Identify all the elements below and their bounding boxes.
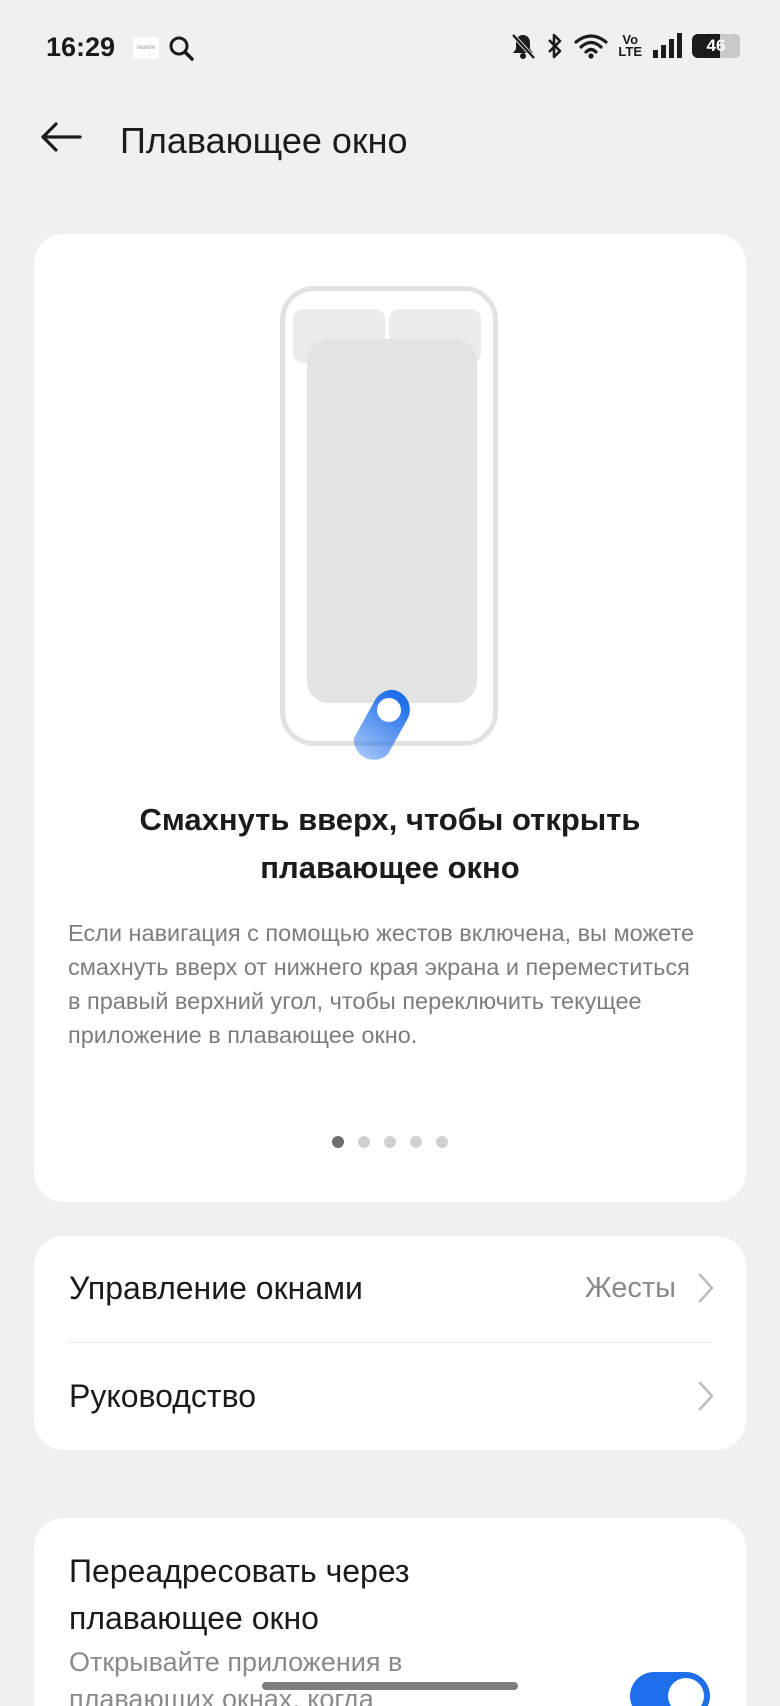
redirect-description: Открывайте приложения в плавающих окнах,… [69, 1647, 403, 1706]
back-button[interactable] [34, 112, 88, 166]
volte-icon: Vo LTE [618, 33, 642, 59]
app-badge-icon: realme [133, 37, 159, 59]
page-dot[interactable] [332, 1136, 344, 1148]
home-indicator[interactable] [262, 1682, 518, 1690]
battery-level: 46 [706, 36, 726, 55]
back-arrow-icon [40, 121, 82, 157]
redirect-toggle[interactable] [630, 1672, 710, 1706]
mute-bell-icon [510, 32, 536, 60]
app-window [307, 339, 477, 703]
tutorial-card[interactable]: Смахнуть вверх, чтобы открыть плавающее … [34, 234, 746, 1202]
search-icon [168, 35, 194, 61]
signal-icon [652, 33, 682, 59]
page-dot[interactable] [410, 1136, 422, 1148]
wifi-icon [574, 33, 609, 59]
page-dot[interactable] [358, 1136, 370, 1148]
page-indicator[interactable] [34, 1136, 746, 1148]
chevron-right-icon [696, 1272, 716, 1309]
window-control-value: Жесты [584, 1271, 676, 1304]
chevron-right-icon [696, 1380, 716, 1417]
bluetooth-icon [546, 32, 564, 60]
divider [68, 1342, 712, 1343]
window-control-row[interactable]: Управление окнами Жесты [34, 1236, 746, 1340]
battery-icon: 46 [692, 34, 740, 58]
volte-bottom-label: LTE [618, 44, 642, 59]
window-control-label: Управление окнами [69, 1269, 363, 1306]
tutorial-headline: Смахнуть вверх, чтобы открыть плавающее … [139, 802, 641, 885]
page-title: Плавающее окно [120, 120, 408, 161]
page-dot[interactable] [436, 1136, 448, 1148]
status-bar: 16:29 realme Vo LTE 46 [0, 0, 780, 96]
swipe-gesture-icon [348, 686, 418, 771]
guide-row[interactable]: Руководство [34, 1344, 746, 1448]
status-time: 16:29 [46, 32, 116, 62]
redirect-title: Переадресовать через плавающее окно [69, 1553, 410, 1636]
tutorial-description: Если навигация с помощью жестов включена… [68, 920, 695, 1048]
toggle-knob [668, 1678, 704, 1706]
phone-illustration [280, 286, 498, 746]
redirect-card: Переадресовать через плавающее окно Откр… [34, 1518, 746, 1706]
page-dot[interactable] [384, 1136, 396, 1148]
settings-card: Управление окнами Жесты Руководство [34, 1236, 746, 1450]
guide-label: Руководство [69, 1377, 256, 1414]
